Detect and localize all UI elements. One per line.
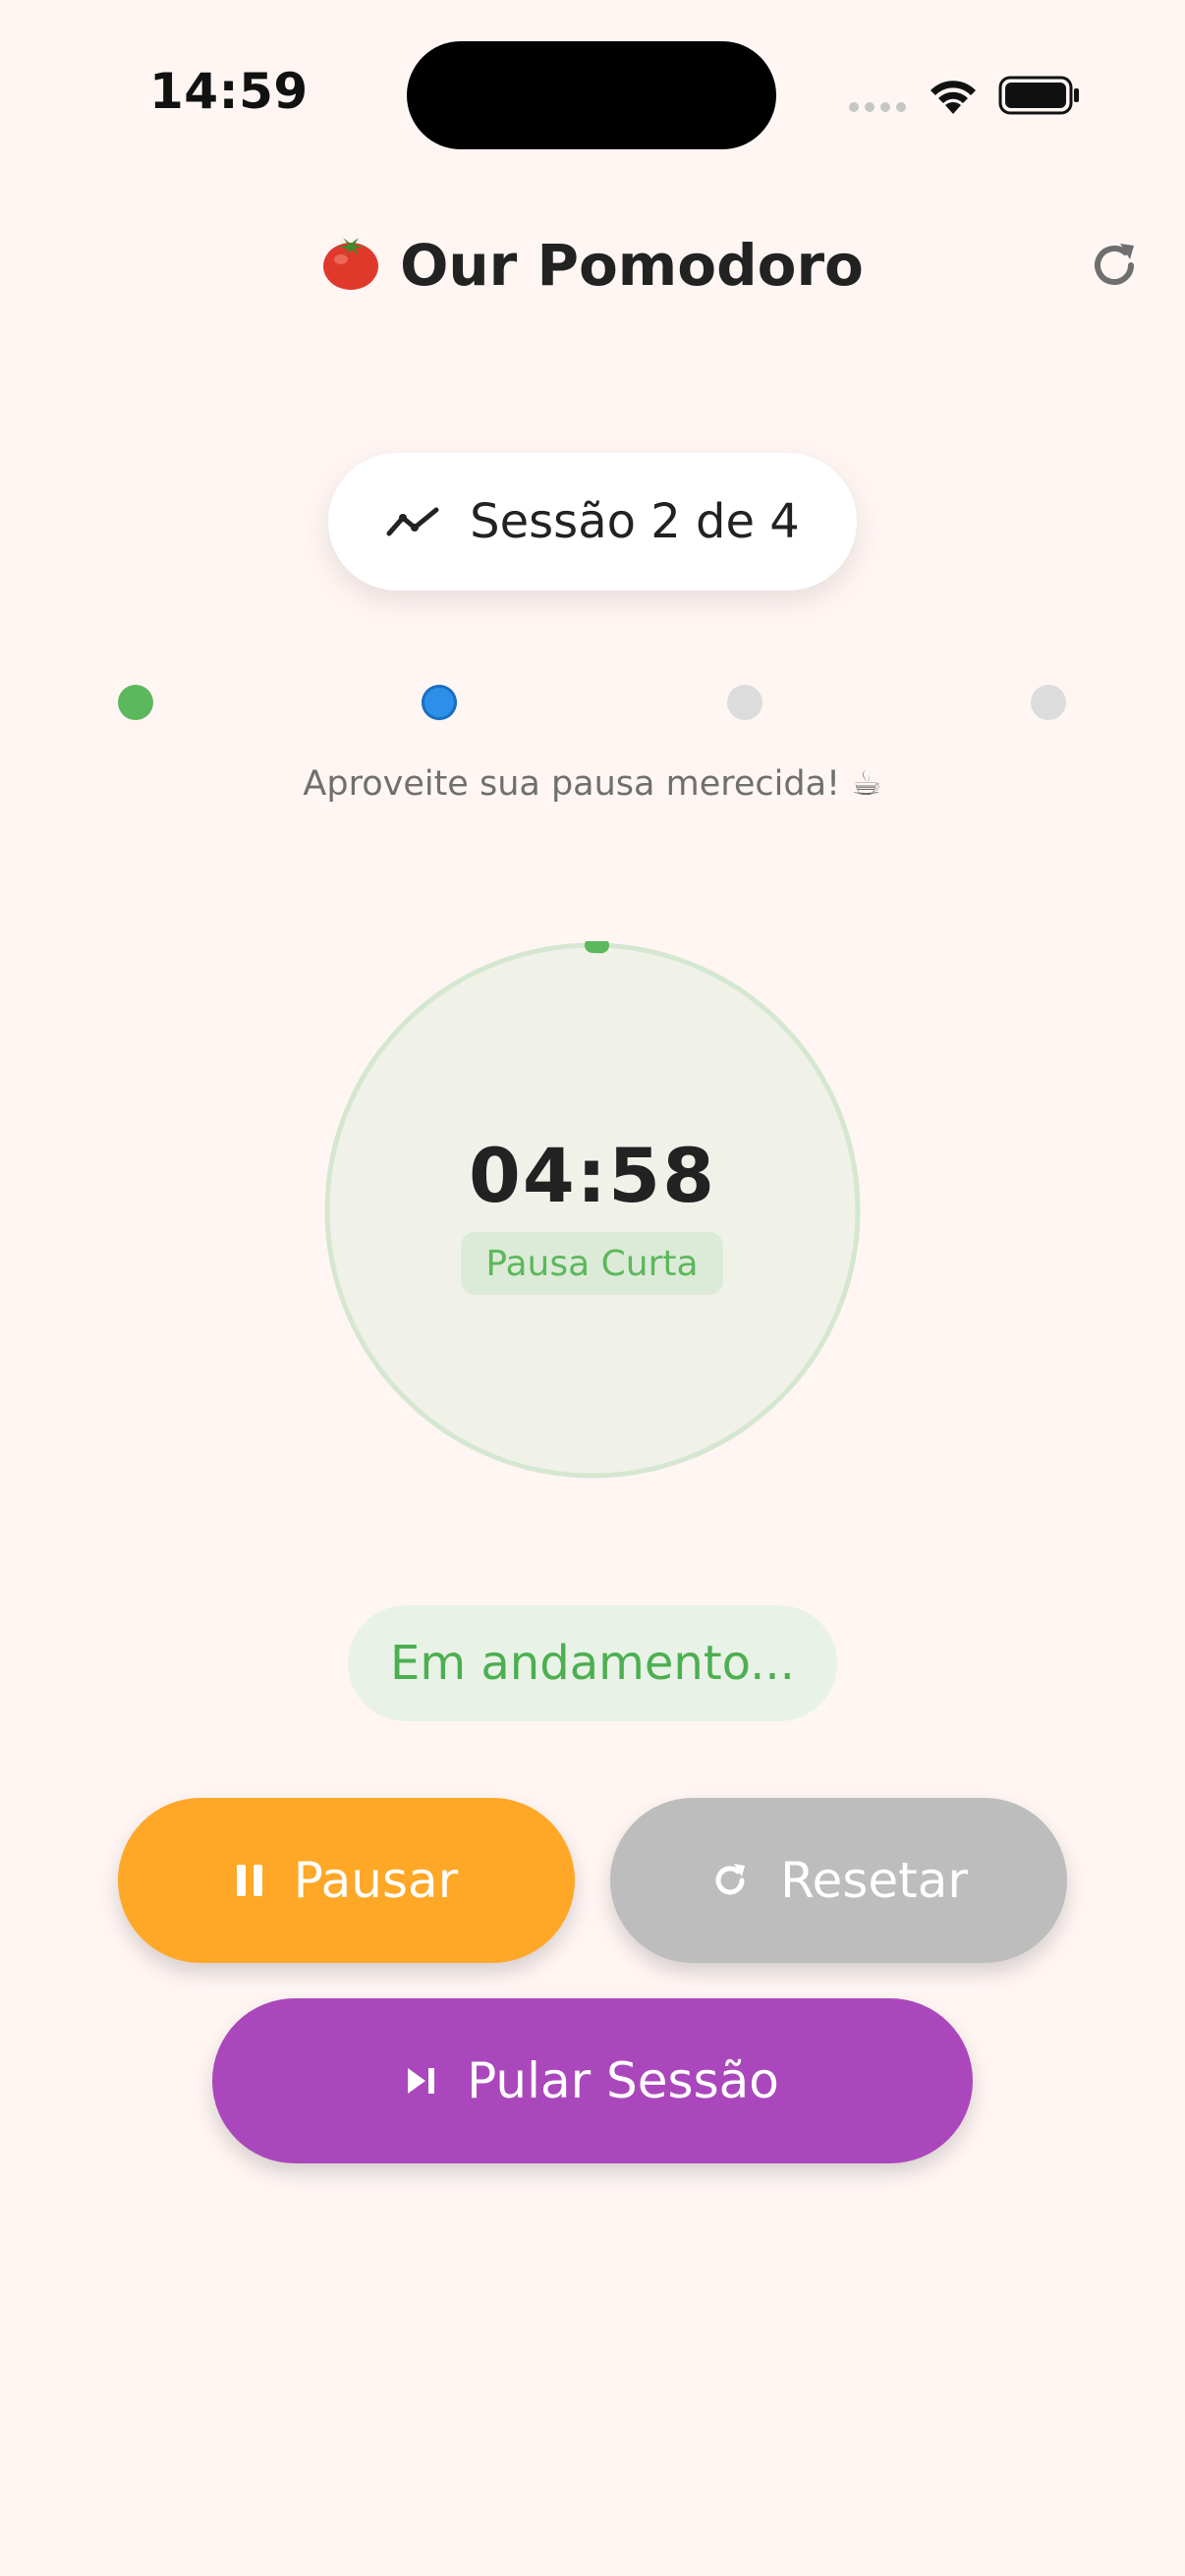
- battery-icon: [998, 76, 1079, 115]
- skip-next-icon: [408, 2068, 435, 2094]
- cellular-signal-icon: [849, 102, 906, 112]
- app-screen: 14:59 Our Pomodoro Sessão 2 de 4 Aprovei…: [0, 0, 1185, 2576]
- pause-icon: [236, 1865, 262, 1896]
- wifi-icon: [931, 81, 976, 114]
- tomato-icon: [323, 238, 379, 290]
- session-counter: Sessão 2 de 4: [328, 453, 857, 590]
- mode-badge: Pausa Curta: [461, 1232, 723, 1295]
- session-dot-pending: [1031, 685, 1066, 720]
- status-time: 14:59: [149, 63, 309, 120]
- session-label: Sessão 2 de 4: [470, 494, 800, 549]
- pause-button[interactable]: Pausar: [118, 1798, 575, 1963]
- trending-line-icon: [386, 507, 439, 536]
- skip-session-button[interactable]: Pular Sessão: [212, 1998, 973, 2163]
- session-dot-pending: [727, 685, 762, 720]
- refresh-icon: [715, 1864, 746, 1895]
- session-dot-current: [422, 685, 457, 720]
- motivation-text: Aproveite sua pausa merecida! ☕: [303, 764, 882, 804]
- timer-display: 04:58: [469, 1132, 716, 1219]
- refresh-icon[interactable]: [1085, 236, 1144, 295]
- page-title: Our Pomodoro: [0, 232, 1185, 299]
- reset-label: Resetar: [780, 1852, 968, 1909]
- pause-label: Pausar: [293, 1852, 459, 1909]
- dynamic-island: [407, 41, 776, 149]
- skip-label: Pular Sessão: [467, 2052, 779, 2109]
- reset-button[interactable]: Resetar: [610, 1798, 1067, 1963]
- status-badge: Em andamento...: [348, 1605, 837, 1721]
- title-text: Our Pomodoro: [400, 232, 864, 299]
- session-dot-completed: [118, 685, 153, 720]
